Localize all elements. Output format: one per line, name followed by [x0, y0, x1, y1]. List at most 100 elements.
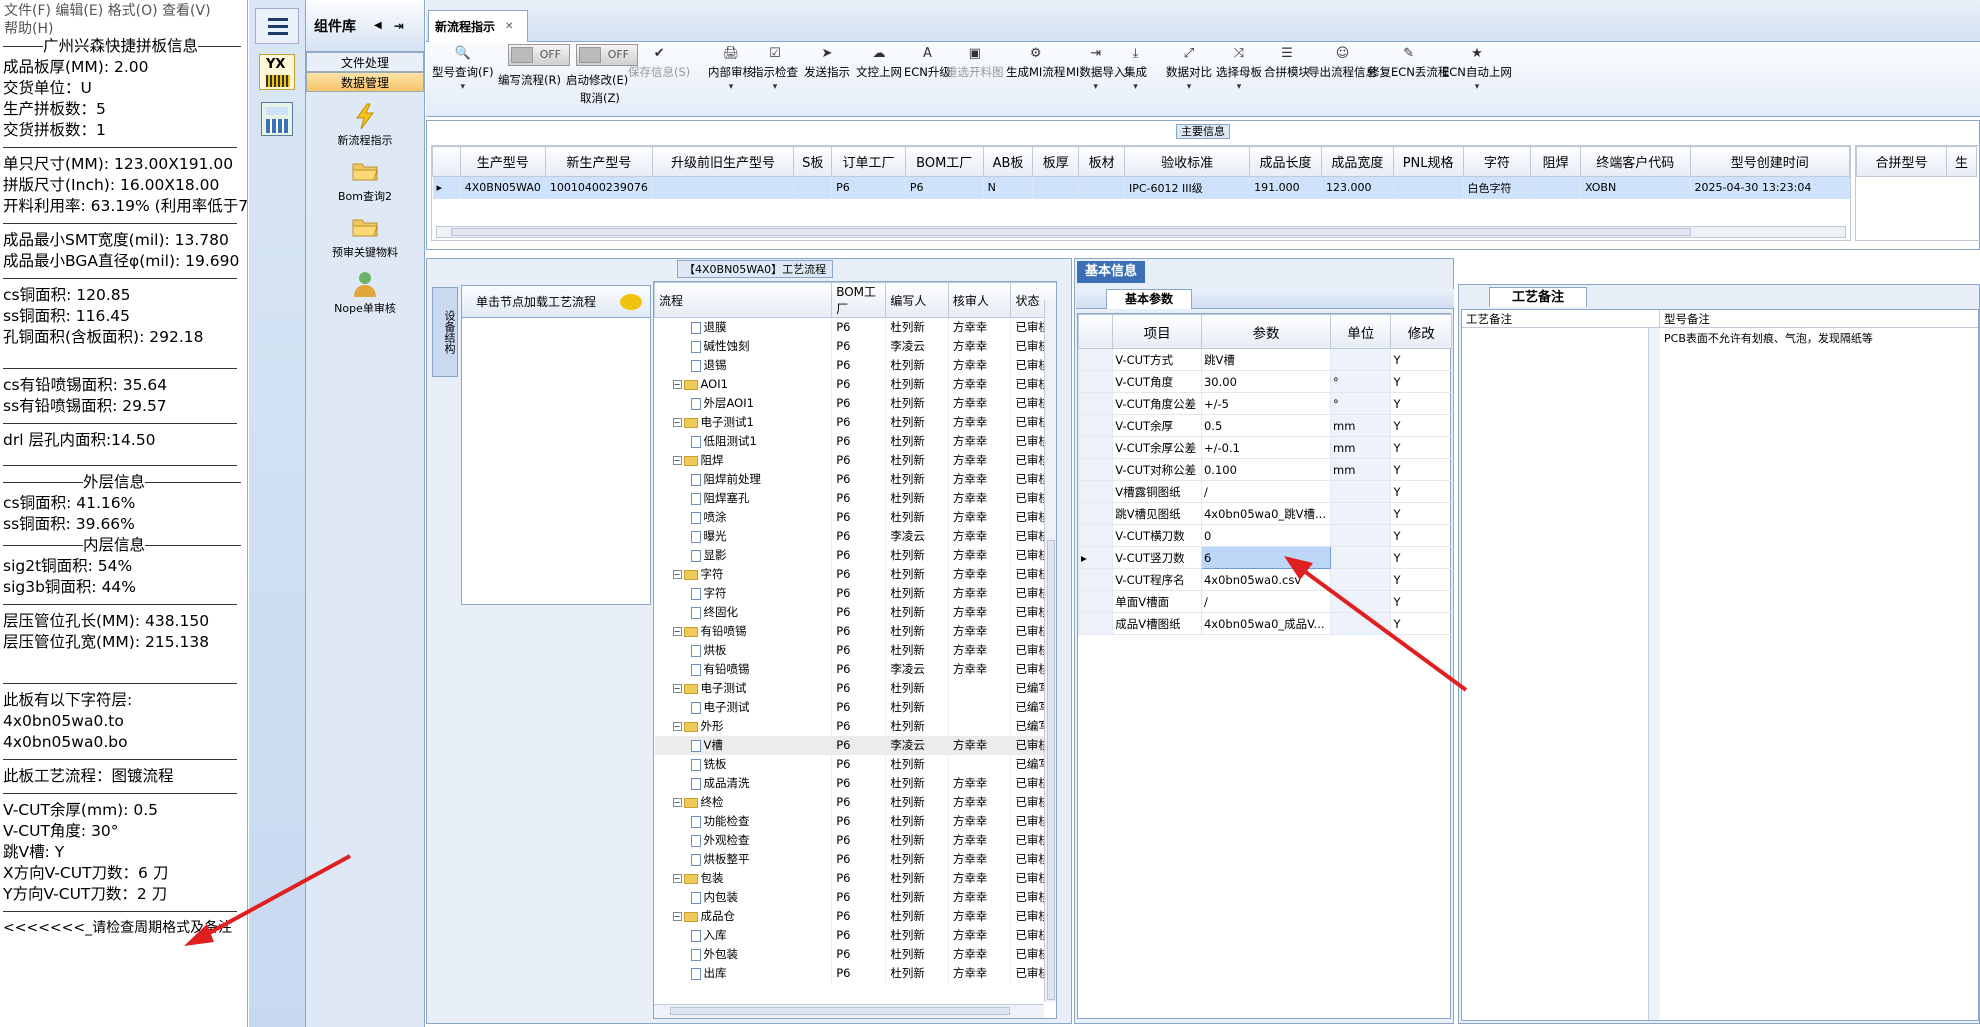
- flow-tree-row[interactable]: 功能检查 P6 杜列新 方幸幸 已审核: [654, 811, 1056, 831]
- flow-tree-row[interactable]: − 电子测试 P6 杜列新 已编写: [654, 678, 1056, 698]
- tree-node[interactable]: 内包装: [654, 887, 833, 907]
- flow-tree-row[interactable]: V槽 P6 李凌云 方幸幸 已审核: [654, 735, 1056, 755]
- flow-tree-row[interactable]: 内包装 P6 杜列新 方幸幸 已审核: [654, 887, 1056, 907]
- param-value[interactable]: 0: [1200, 524, 1332, 547]
- column-header[interactable]: BOM工厂: [904, 146, 984, 177]
- toolbar-button[interactable]: ☑ 指示检查 ▾: [752, 44, 798, 92]
- complib-item-bom-query[interactable]: Bom查询2: [306, 158, 424, 204]
- flow-tree-hscroll[interactable]: [654, 1004, 1044, 1018]
- horizontal-scrollbar[interactable]: [436, 226, 1846, 238]
- column-header[interactable]: 成品长度: [1249, 146, 1322, 177]
- tree-node[interactable]: 阻焊塞孔: [654, 488, 833, 508]
- table-cell[interactable]: 191.000: [1249, 176, 1322, 199]
- table-row[interactable]: ▸ 4X0BN05WA0 10010400239076 P6 P6 N IPC-6012 I…: [432, 176, 1850, 199]
- table-cell[interactable]: IPC-6012 III级: [1124, 176, 1251, 199]
- toolbar-button[interactable]: ⚙ 生成MI流程: [1006, 44, 1065, 80]
- table-cell[interactable]: P6: [905, 176, 984, 199]
- tab-basic-params[interactable]: 基本参数: [1106, 289, 1193, 309]
- table-cell[interactable]: N: [983, 176, 1034, 199]
- param-value[interactable]: +/-0.1: [1200, 436, 1332, 459]
- column-header[interactable]: 阻焊: [1530, 146, 1581, 177]
- collapse-icon[interactable]: −: [672, 874, 682, 883]
- tree-node[interactable]: − 字符: [654, 564, 833, 584]
- toolbar-toggle-label[interactable]: 启动修改(E): [566, 72, 628, 88]
- param-value[interactable]: 0.100: [1200, 458, 1332, 481]
- param-row[interactable]: ▸ V-CUT竖刀数 6 Y: [1077, 546, 1452, 569]
- column-header[interactable]: 成品宽度: [1320, 146, 1394, 177]
- toolbar-toggle-label[interactable]: 编写流程(R): [498, 72, 561, 88]
- collapse-icon[interactable]: −: [672, 722, 682, 731]
- calculator-icon[interactable]: [261, 102, 293, 136]
- tree-node[interactable]: 有铅喷锡: [654, 659, 833, 679]
- hamburger-icon[interactable]: [255, 8, 299, 44]
- column-header[interactable]: 生: [1946, 146, 1977, 177]
- tree-node[interactable]: 电子测试: [654, 697, 833, 717]
- toolbar-button[interactable]: ☰ 合拼模块: [1264, 44, 1310, 80]
- tree-node[interactable]: 成品清洗: [654, 773, 833, 793]
- tree-node[interactable]: − 电子测试1: [654, 412, 833, 432]
- dropdown-arrow-icon[interactable]: ▾: [1216, 82, 1262, 92]
- flow-tree-row[interactable]: 成品清洗 P6 杜列新 方幸幸 已审核: [654, 773, 1056, 793]
- flow-tree-row[interactable]: 退膜 P6 杜列新 方幸幸 已审核: [654, 317, 1056, 337]
- collapse-icon[interactable]: −: [672, 912, 682, 921]
- column-header[interactable]: AB板: [982, 146, 1034, 177]
- tree-node[interactable]: 外层AOI1: [654, 393, 833, 413]
- param-row[interactable]: V-CUT横刀数 0 Y: [1077, 524, 1452, 547]
- tree-node[interactable]: 曝光: [654, 526, 833, 546]
- tree-node[interactable]: 烘板: [654, 640, 833, 660]
- tree-node[interactable]: 铣板: [654, 754, 833, 774]
- toolbar-button[interactable]: 🔍 型号查询(F) ▾: [432, 44, 494, 92]
- table-cell[interactable]: [793, 176, 833, 199]
- flow-tree-row[interactable]: − 电子测试1 P6 杜列新 方幸幸 已审核: [654, 412, 1056, 432]
- tree-node[interactable]: − 成品仓: [654, 906, 833, 926]
- table-cell[interactable]: XOBN: [1580, 176, 1691, 199]
- param-value[interactable]: /: [1200, 480, 1332, 503]
- collapse-icon[interactable]: −: [672, 418, 682, 427]
- toolbar-button[interactable]: ⤨ 选择母板 ▾: [1216, 44, 1262, 92]
- flow-tree-row[interactable]: − 包装 P6 杜列新 方幸幸 已审核: [654, 868, 1056, 888]
- flow-tree-row[interactable]: 曝光 P6 李凌云 方幸幸 已审核: [654, 526, 1056, 546]
- toolbar-button[interactable]: ⤓ 集成 ▾: [1124, 44, 1147, 92]
- param-value[interactable]: 4x0bn05wa0.csv: [1200, 568, 1332, 591]
- table-cell[interactable]: [1078, 176, 1125, 199]
- tab-new-flow[interactable]: 新流程指示 ✕: [428, 10, 529, 42]
- collapse-icon[interactable]: −: [672, 456, 682, 465]
- toolbar-button[interactable]: ✎ 修复ECN丢流程: [1368, 44, 1449, 80]
- flow-tree-row[interactable]: 出库 P6 杜列新 方幸幸 已审核: [654, 963, 1056, 983]
- param-value[interactable]: 30.00: [1200, 370, 1332, 393]
- table-cell[interactable]: [652, 176, 795, 199]
- column-header[interactable]: 型号创建时间: [1689, 146, 1850, 177]
- param-column-header[interactable]: 项目: [1112, 314, 1202, 349]
- tree-column-header[interactable]: 流程: [654, 282, 833, 318]
- table-cell[interactable]: [1530, 176, 1581, 199]
- flow-tree-row[interactable]: − 外形 P6 杜列新 已编写: [654, 716, 1056, 736]
- tree-node[interactable]: − 外形: [654, 716, 833, 736]
- param-row[interactable]: 成品V槽图纸 4x0bn05wa0_成品V... Y: [1077, 612, 1452, 635]
- param-row[interactable]: V-CUT余厚 0.5 mm Y: [1077, 414, 1452, 437]
- tree-node[interactable]: 外包装: [654, 944, 833, 964]
- dropdown-arrow-icon[interactable]: ▾: [1124, 82, 1147, 92]
- dropdown-arrow-icon[interactable]: ▾: [432, 82, 494, 92]
- tree-node[interactable]: − 包装: [654, 868, 833, 888]
- flow-tree-row[interactable]: 外包装 P6 杜列新 方幸幸 已审核: [654, 944, 1056, 964]
- table-cell[interactable]: [1393, 176, 1464, 199]
- toolbar-button[interactable]: 🖨 内部审核 ▾: [708, 44, 754, 92]
- tree-node[interactable]: 字符: [654, 583, 833, 603]
- param-value[interactable]: 6: [1200, 546, 1332, 569]
- flow-tree-row[interactable]: 字符 P6 杜列新 方幸幸 已审核: [654, 583, 1056, 603]
- tree-node[interactable]: V槽: [654, 735, 833, 755]
- table-cell[interactable]: 白色字符: [1463, 176, 1532, 199]
- toolbar-button[interactable]: ★ ECN自动上网 ▾: [1442, 44, 1512, 92]
- toolbar-button[interactable]: A ECN升级: [904, 44, 951, 80]
- flow-tree-row[interactable]: 外观检查 P6 杜列新 方幸幸 已审核: [654, 830, 1056, 850]
- pin-icon[interactable]: ⇥: [394, 19, 404, 33]
- collapse-icon[interactable]: −: [672, 570, 682, 579]
- flow-tree-row[interactable]: − AOI1 P6 杜列新 方幸幸 已审核: [654, 374, 1056, 394]
- flow-tree-row[interactable]: 电子测试 P6 杜列新 已编写: [654, 697, 1056, 717]
- toggle-switch[interactable]: OFF: [508, 44, 570, 66]
- param-column-header[interactable]: 修改: [1390, 314, 1452, 349]
- tab-basic-info[interactable]: 基本信息: [1077, 261, 1146, 283]
- help-menu[interactable]: 帮助(H): [0, 18, 247, 37]
- flow-tree-row[interactable]: 阻焊前处理 P6 杜列新 方幸幸 已审核: [654, 469, 1056, 489]
- flow-tree-row[interactable]: 低阻测试1 P6 杜列新 方幸幸 已审核: [654, 431, 1056, 451]
